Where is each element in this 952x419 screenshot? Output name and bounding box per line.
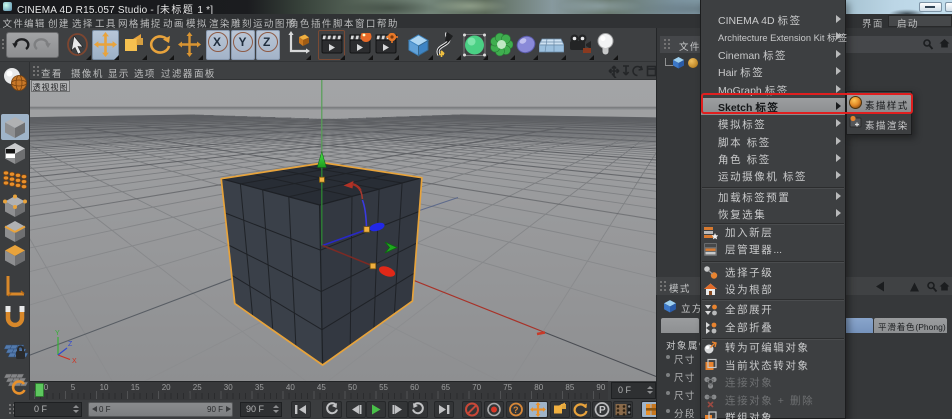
svg-text:P: P <box>599 405 606 416</box>
svg-text:X: X <box>72 358 77 365</box>
svg-text:?: ? <box>513 405 519 415</box>
svg-text:Y: Y <box>55 330 60 337</box>
svg-text:Z: Z <box>68 341 73 348</box>
